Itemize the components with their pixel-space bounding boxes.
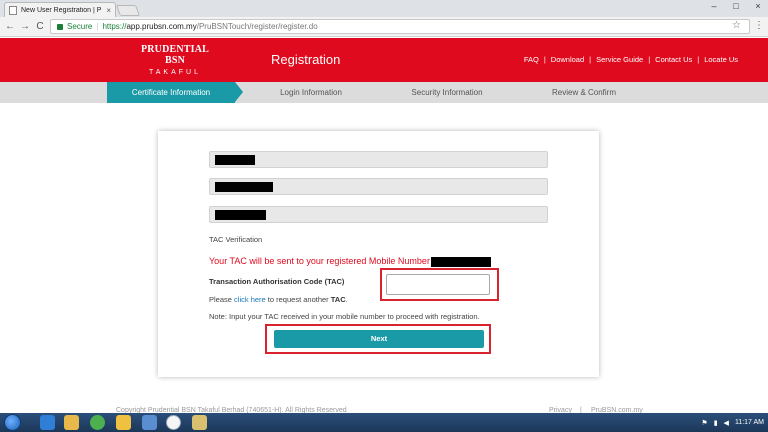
step-certificate-information: Certificate Information <box>107 82 235 103</box>
file-explorer-icon[interactable] <box>64 415 79 430</box>
tac-verification-label: TAC Verification <box>209 235 263 244</box>
url-scheme: https:// <box>102 22 127 31</box>
prudential-bsn-logo[interactable]: PRUDENTIAL BSN TAKAFUL <box>133 44 217 76</box>
tac-note: Note: Input your TAC received in your mo… <box>209 312 480 321</box>
download-link[interactable]: Download <box>551 55 584 64</box>
reload-icon[interactable]: C <box>34 20 46 34</box>
windows-taskbar: ⚑ ▮ ◀ 11:17 AM <box>0 413 768 432</box>
request-tac-link[interactable]: click here <box>234 295 266 304</box>
bookmark-star-icon[interactable]: ☆ <box>732 20 741 31</box>
step-security-information: Security Information <box>411 88 483 97</box>
nav-divider: | <box>589 55 592 64</box>
redacted-value <box>215 155 255 165</box>
ie-icon[interactable] <box>40 415 55 430</box>
page-title: Registration <box>271 52 341 67</box>
certificate-field-3 <box>209 206 548 223</box>
nav-divider: | <box>697 55 700 64</box>
back-arrow-icon[interactable]: ← <box>4 20 16 34</box>
address-bar[interactable]: Secure | https:// app.prubsn.com.my /Pru… <box>50 19 750 34</box>
certificate-field-2 <box>209 178 548 195</box>
locate-us-link[interactable]: Locate Us <box>704 55 738 64</box>
logo-main-text: PRUDENTIAL BSN <box>140 44 210 66</box>
tab-title: New User Registration | P <box>21 6 102 14</box>
contact-us-link[interactable]: Contact Us <box>655 55 692 64</box>
site-header: PRUDENTIAL BSN TAKAFUL Registration FAQ … <box>0 38 768 82</box>
registration-card: TAC Verification Your TAC will be sent t… <box>158 131 599 377</box>
tac-input[interactable] <box>386 274 490 295</box>
request-tac-bold: TAC <box>330 295 346 304</box>
app-icon[interactable] <box>116 415 131 430</box>
tray-volume-icon[interactable]: ◀ <box>724 419 729 427</box>
redacted-mobile-number <box>430 256 491 267</box>
redacted-value <box>215 182 273 192</box>
system-tray: ⚑ ▮ ◀ 11:17 AM <box>695 413 764 432</box>
service-guide-link[interactable]: Service Guide <box>596 55 643 64</box>
certificate-field-1 <box>209 151 548 168</box>
request-middle: to request another <box>265 295 331 304</box>
redacted-value <box>215 210 266 220</box>
tac-sent-message: Your TAC will be sent to your registered… <box>209 256 491 267</box>
chrome-icon[interactable] <box>90 415 105 430</box>
request-tac-text: Please click here to request another TAC… <box>209 295 348 304</box>
clock[interactable]: 11:17 AM <box>735 419 764 426</box>
request-suffix: . <box>345 295 348 304</box>
url-separator: | <box>96 22 99 31</box>
tab-close-icon[interactable]: × <box>106 6 111 15</box>
browser-toolbar: ← → C Secure | https:// app.prubsn.com.m… <box>0 17 768 37</box>
browser-menu-icon[interactable]: ⋮ <box>754 20 764 31</box>
maximize-icon[interactable]: □ <box>728 1 744 11</box>
secure-label: Secure <box>67 22 93 31</box>
app-icon[interactable] <box>192 415 207 430</box>
nav-divider: | <box>543 55 546 64</box>
next-button[interactable]: Next <box>274 330 484 348</box>
minimize-icon[interactable]: – <box>706 1 722 11</box>
step-login-information: Login Information <box>280 88 342 97</box>
registration-steps: Certificate Information Login Informatio… <box>0 82 768 103</box>
chrome-active-icon[interactable] <box>166 415 181 430</box>
tray-flag-icon[interactable]: ⚑ <box>701 419 707 427</box>
step-review-confirm: Review & Confirm <box>551 88 616 97</box>
page-favicon-icon <box>9 5 17 15</box>
browser-tab-bar: New User Registration | P × – □ × <box>0 0 768 17</box>
lock-icon <box>57 23 63 30</box>
url-host: app.prubsn.com.my <box>126 22 197 31</box>
start-button-icon[interactable] <box>4 414 21 431</box>
nav-divider: | <box>648 55 651 64</box>
tac-code-label: Transaction Authorisation Code (TAC) <box>209 277 345 286</box>
top-nav-links: FAQ | Download | Service Guide | Contact… <box>524 55 738 64</box>
tray-network-icon[interactable]: ▮ <box>714 419 718 427</box>
close-window-icon[interactable]: × <box>750 1 766 11</box>
active-step-arrow <box>235 82 243 102</box>
browser-tab[interactable]: New User Registration | P × <box>4 2 116 17</box>
forward-arrow-icon[interactable]: → <box>19 20 31 34</box>
faq-link[interactable]: FAQ <box>524 55 539 64</box>
tac-sent-message-text: Your TAC will be sent to your registered… <box>209 256 430 266</box>
url-path: /PruBSNTouch/register/register.do <box>196 22 318 31</box>
new-tab-button[interactable] <box>115 5 141 16</box>
request-prefix: Please <box>209 295 235 304</box>
logo-sub-text: TAKAFUL <box>149 69 201 76</box>
app-icon[interactable] <box>142 415 157 430</box>
